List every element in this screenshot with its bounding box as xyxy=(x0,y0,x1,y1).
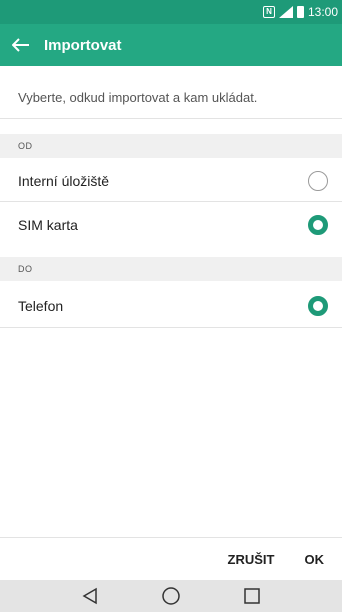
battery-icon xyxy=(296,6,304,18)
option-internal-storage[interactable]: Interní úložiště xyxy=(0,160,342,201)
intro-text: Vyberte, odkud importovat a kam ukládat. xyxy=(18,90,258,105)
cancel-button[interactable]: ZRUŠIT xyxy=(228,552,275,567)
ok-button[interactable]: OK xyxy=(305,552,325,567)
page-title: Importovat xyxy=(44,36,122,54)
radio-button-selected[interactable] xyxy=(308,295,328,316)
option-sim-card[interactable]: SIM karta xyxy=(0,204,342,245)
dialog-button-bar: ZRUŠIT OK xyxy=(0,538,342,580)
divider xyxy=(0,327,342,328)
status-time: 13:00 xyxy=(307,5,338,19)
radio-button[interactable] xyxy=(308,170,328,191)
option-label: Telefon xyxy=(18,297,64,314)
option-phone[interactable]: Telefon xyxy=(0,285,342,326)
app-bar: Importovat xyxy=(0,24,342,66)
nfc-icon: N xyxy=(262,6,275,18)
section-header-to: DO xyxy=(0,257,342,281)
back-arrow-icon[interactable] xyxy=(10,34,32,56)
radio-button-selected[interactable] xyxy=(308,214,328,235)
back-triangle-icon[interactable] xyxy=(76,584,104,608)
signal-icon xyxy=(278,6,293,18)
option-label: SIM karta xyxy=(18,216,78,233)
divider xyxy=(0,201,342,202)
divider xyxy=(0,118,342,119)
recents-square-icon[interactable] xyxy=(238,584,266,608)
status-bar: N 13:00 xyxy=(0,0,342,24)
navigation-bar xyxy=(0,580,342,612)
home-circle-icon[interactable] xyxy=(157,584,185,608)
option-label: Interní úložiště xyxy=(18,172,110,189)
section-header-from: OD xyxy=(0,134,342,158)
